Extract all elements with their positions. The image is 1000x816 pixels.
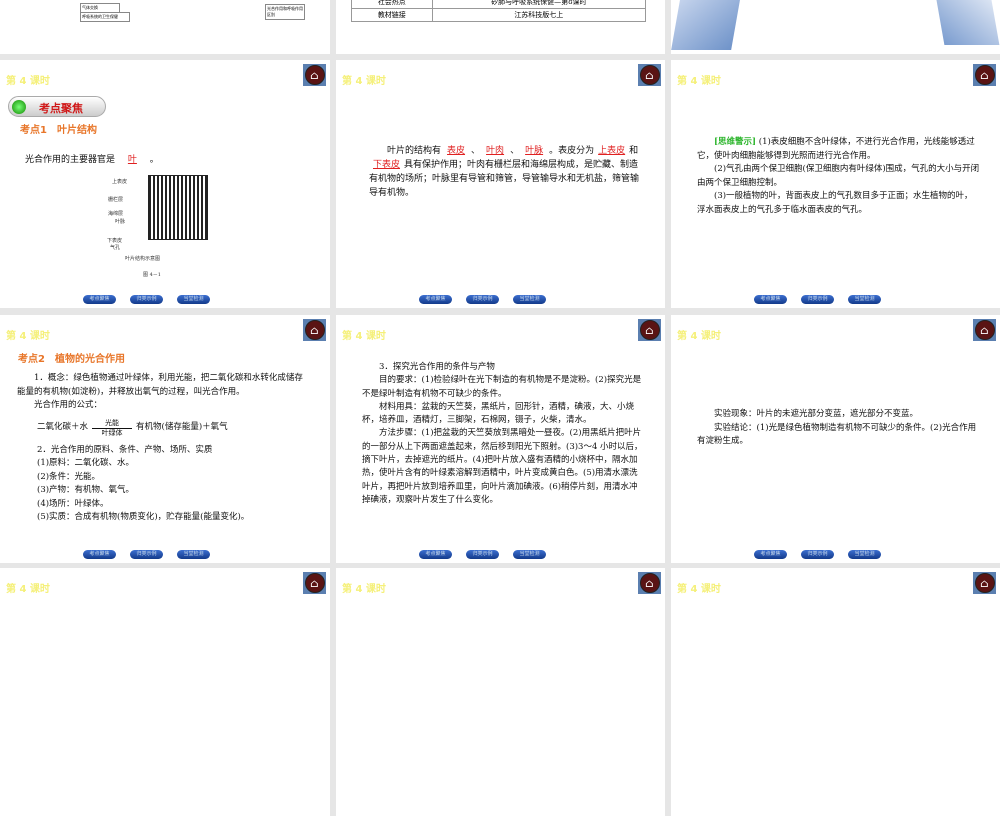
figure-label: 栅栏层 [108, 197, 124, 203]
experiment-text: 3．探究光合作用的条件与产物 目的要求：(1)检验绿叶在光下制造的有机物是不是淀… [362, 362, 643, 505]
slide-thumbnail-top-1[interactable]: 气体交换 呼吸系统的卫生保健 光合作用和呼吸作用区别 [0, 0, 330, 54]
figure-caption: 叶片结构示意图 [125, 256, 161, 262]
badge-label: 考点聚焦 [39, 102, 83, 115]
nav-button-test[interactable]: 当堂检测 [177, 550, 210, 559]
section-badge: 考点聚焦 [8, 96, 106, 117]
figure-label: 下表皮 [107, 238, 123, 244]
home-button[interactable]: ⌂ [303, 572, 326, 594]
nav-button-focus[interactable]: 考点聚焦 [83, 550, 116, 559]
home-icon: ⌂ [304, 65, 325, 85]
nav-button-examples[interactable]: 归类示例 [801, 295, 834, 304]
slide-thumbnail-7[interactable]: 第 4 课时 ⌂ 考点2 植物的光合作用 1．概念：绿色植物通过叶绿体，利用光能… [0, 315, 330, 563]
section-heading: 考点2 植物的光合作用 [18, 354, 125, 365]
nav-button-focus[interactable]: 考点聚焦 [83, 295, 116, 304]
home-button[interactable]: ⌂ [973, 572, 996, 594]
slide-thumbnail-12[interactable]: 第 4 课时 ⌂ [671, 568, 1000, 816]
leaf-structure-figure: 上表皮 栅栏层 海绵层 叶脉 下表皮 气孔 叶片结构示意图 [103, 173, 210, 265]
thinking-warning-text: [思维警示] (1)表皮细胞不含叶绿体，不进行光合作用，光线能够透过它，使叶肉细… [697, 137, 980, 215]
lesson-label: 第 4 课时 [342, 331, 386, 342]
lesson-label: 第 4 课时 [342, 76, 386, 87]
leaf-structure-text: 叶片的结构有 表皮、叶肉、叶脉 。表皮分为 上表皮 和下表皮 具有保护作用；叶肉有栅栏层和… [369, 146, 640, 198]
slide-thumbnail-6[interactable]: 第 4 课时 ⌂ [思维警示] (1)表皮细胞不含叶绿体，不进行光合作用，光线能… [671, 60, 1000, 308]
table-cell: 矽肺与呼吸系统保健—第8课时 [431, 0, 647, 9]
home-icon: ⌂ [639, 65, 660, 85]
nav-button-examples[interactable]: 归类示例 [466, 550, 499, 559]
nav-button-examples[interactable]: 归类示例 [801, 550, 834, 559]
home-button[interactable]: ⌂ [303, 319, 326, 341]
nav-button-examples[interactable]: 归类示例 [466, 295, 499, 304]
lesson-label: 第 4 课时 [677, 584, 721, 595]
lesson-label: 第 4 课时 [6, 76, 50, 87]
leaf-diagram [148, 175, 208, 240]
home-button[interactable]: ⌂ [973, 64, 996, 86]
nav-buttons: 考点聚焦 归类示例 当堂检测 [754, 550, 881, 559]
photosynthesis-equation: 二氧化碳＋水 光能 叶绿体 有机物(储存能量)＋氧气 [37, 418, 228, 437]
home-icon: ⌂ [639, 320, 660, 340]
question-text: 光合作用的主要器官是 叶 。 [25, 155, 159, 165]
nav-buttons: 考点聚焦 归类示例 当堂检测 [754, 295, 881, 304]
home-icon: ⌂ [304, 320, 325, 340]
home-icon: ⌂ [974, 320, 995, 340]
table-cell: 教材链接 [351, 8, 433, 22]
slide-thumbnail-top-2[interactable]: 社会热点 矽肺与呼吸系统保健—第8课时 教材链接 江苏科技版七上 [336, 0, 665, 54]
home-icon: ⌂ [639, 573, 660, 593]
diagram-box: 光合作用和呼吸作用区别 [265, 4, 305, 20]
nav-button-test[interactable]: 当堂检测 [848, 295, 881, 304]
figure-label: 叶脉 [115, 219, 126, 225]
slide-thumbnail-4[interactable]: 第 4 课时 ⌂ 考点聚焦 考点1 叶片结构 光合作用的主要器官是 叶 。 上表… [0, 60, 330, 308]
home-icon: ⌂ [974, 573, 995, 593]
nav-button-focus[interactable]: 考点聚焦 [754, 295, 787, 304]
home-button[interactable]: ⌂ [973, 319, 996, 341]
nav-button-test[interactable]: 当堂检测 [513, 295, 546, 304]
home-button[interactable]: ⌂ [638, 572, 661, 594]
green-dot-icon [12, 100, 26, 114]
nav-buttons: 考点聚焦 归类示例 当堂检测 [419, 295, 546, 304]
nav-button-focus[interactable]: 考点聚焦 [419, 550, 452, 559]
slide-thumbnail-8[interactable]: 第 4 课时 ⌂ 3．探究光合作用的条件与产物 目的要求：(1)检验绿叶在光下制… [336, 315, 665, 563]
section-heading: 考点1 叶片结构 [20, 125, 97, 136]
slide-thumbnail-11[interactable]: 第 4 课时 ⌂ [336, 568, 665, 816]
lesson-label: 第 4 课时 [677, 76, 721, 87]
lesson-label: 第 4 课时 [342, 584, 386, 595]
figure-label: 海绵层 [108, 211, 124, 217]
nav-buttons: 考点聚焦 归类示例 当堂检测 [83, 295, 210, 304]
diagram-box: 呼吸系统的卫生保健 [80, 12, 130, 22]
slide-thumbnail-10[interactable]: 第 4 课时 ⌂ [0, 568, 330, 816]
slide-thumbnail-5[interactable]: 第 4 课时 ⌂ 叶片的结构有 表皮、叶肉、叶脉 。表皮分为 上表皮 和下表皮 具有保护作… [336, 60, 665, 308]
nav-button-focus[interactable]: 考点聚焦 [754, 550, 787, 559]
answer: 叶 [127, 155, 137, 165]
home-button[interactable]: ⌂ [638, 64, 661, 86]
experiment-result-text: 实验现象：叶片的未遮光部分变蓝，遮光部分不变蓝。 实验结论：(1)光是绿色植物制… [697, 409, 977, 446]
nav-button-examples[interactable]: 归类示例 [130, 550, 163, 559]
nav-buttons: 考点聚焦 归类示例 当堂检测 [419, 550, 546, 559]
info-table: 社会热点 矽肺与呼吸系统保健—第8课时 教材链接 江苏科技版七上 [351, 0, 647, 22]
nav-button-focus[interactable]: 考点聚焦 [419, 295, 452, 304]
decorative-image [935, 0, 1000, 45]
slide-thumbnail-9[interactable]: 第 4 课时 ⌂ 实验现象：叶片的未遮光部分变蓝，遮光部分不变蓝。 实验结论：(… [671, 315, 1000, 563]
nav-button-test[interactable]: 当堂检测 [848, 550, 881, 559]
table-cell: 江苏科技版七上 [431, 8, 647, 22]
warning-tag: [思维警示] [714, 137, 757, 147]
figure-label: 气孔 [110, 245, 121, 251]
table-cell: 社会热点 [351, 0, 433, 9]
home-button[interactable]: ⌂ [303, 64, 326, 86]
lesson-label: 第 4 课时 [6, 584, 50, 595]
slide-thumbnail-top-3[interactable] [671, 0, 1000, 54]
nav-buttons: 考点聚焦 归类示例 当堂检测 [83, 550, 210, 559]
lesson-label: 第 4 课时 [677, 331, 721, 342]
home-icon: ⌂ [304, 573, 325, 593]
lesson-label: 第 4 课时 [6, 331, 50, 342]
nav-button-test[interactable]: 当堂检测 [513, 550, 546, 559]
nav-button-examples[interactable]: 归类示例 [130, 295, 163, 304]
home-icon: ⌂ [974, 65, 995, 85]
figure-number: 图 4－1 [143, 272, 161, 278]
nav-button-test[interactable]: 当堂检测 [177, 295, 210, 304]
photosynthesis-text: 1．概念：绿色植物通过叶绿体，利用光能，把二氧化碳和水转化成储存能量的有机物(如… [17, 372, 307, 525]
figure-label: 上表皮 [112, 179, 128, 185]
home-button[interactable]: ⌂ [638, 319, 661, 341]
decorative-image [671, 0, 741, 50]
